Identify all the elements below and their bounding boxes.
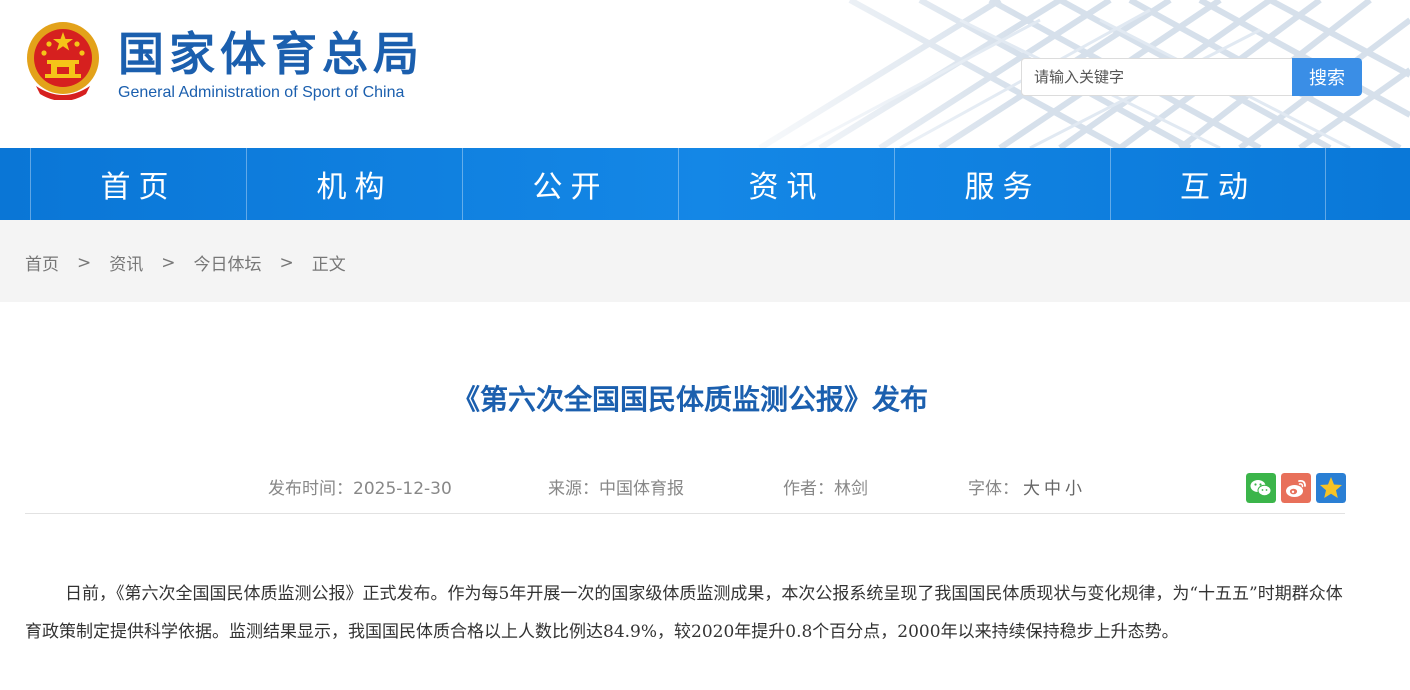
article-meta: 发布时间：2025-12-30 来源：中国体育报 作者：林剑 字体：大中小 — [0, 476, 1410, 502]
breadcrumb-separator: > — [77, 252, 92, 273]
breadcrumb-bar: 首页 > 资讯 > 今日体坛 > 正文 — [0, 220, 1410, 302]
site-logo-subtitle[interactable]: General Administration of Sport of China — [118, 82, 404, 104]
breadcrumb-current: 正文 — [311, 255, 346, 275]
font-size-large-button[interactable]: 大 — [1023, 479, 1040, 499]
nav-item-organization[interactable]: 机构 — [246, 148, 462, 220]
search-input[interactable] — [1021, 58, 1293, 96]
national-emblem-icon — [27, 22, 99, 100]
article-title: 《第六次全国国民体质监测公报》发布 — [451, 383, 928, 416]
nav-list: 首页 机构 公开 资讯 服务 互动 — [30, 148, 1326, 220]
main-nav: 首页 机构 公开 资讯 服务 互动 — [0, 148, 1410, 220]
nav-item-services[interactable]: 服务 — [894, 148, 1110, 220]
breadcrumb-news[interactable]: 资讯 — [109, 250, 143, 275]
breadcrumb-sports-today[interactable]: 今日体坛 — [194, 250, 262, 275]
publish-time: 发布时间：2025-12-30 — [268, 479, 452, 499]
weibo-icon[interactable] — [1281, 473, 1311, 503]
breadcrumb-separator: > — [279, 252, 294, 273]
nav-item-news[interactable]: 资讯 — [678, 148, 894, 220]
article-source: 来源：中国体育报 — [548, 479, 684, 499]
article-body-paragraph: 日前，《第六次全国国民体质监测公报》正式发布。作为每5年开展一次的国家级体质监测… — [25, 584, 1343, 642]
font-size-label: 字体： — [968, 479, 1019, 499]
meta-divider — [25, 513, 1345, 514]
site-logo-title[interactable]: 国家体育总局 — [118, 26, 424, 82]
site-header: 国家体育总局 General Administration of Sport o… — [0, 0, 1410, 148]
nav-item-public[interactable]: 公开 — [462, 148, 678, 220]
search-button[interactable]: 搜索 — [1292, 58, 1362, 96]
nav-item-interaction[interactable]: 互动 — [1110, 148, 1326, 220]
breadcrumb-separator: > — [161, 252, 176, 273]
wechat-icon[interactable] — [1246, 473, 1276, 503]
font-size-control: 字体：大中小 — [968, 476, 1082, 502]
breadcrumb: 首页 > 资讯 > 今日体坛 > 正文 — [25, 250, 346, 276]
breadcrumb-home[interactable]: 首页 — [25, 250, 59, 275]
favorite-star-icon[interactable] — [1316, 473, 1346, 503]
font-size-medium-button[interactable]: 中 — [1044, 479, 1061, 499]
nav-item-home[interactable]: 首页 — [30, 148, 246, 220]
font-size-small-button[interactable]: 小 — [1065, 479, 1082, 499]
article-author: 作者：林剑 — [783, 479, 868, 499]
